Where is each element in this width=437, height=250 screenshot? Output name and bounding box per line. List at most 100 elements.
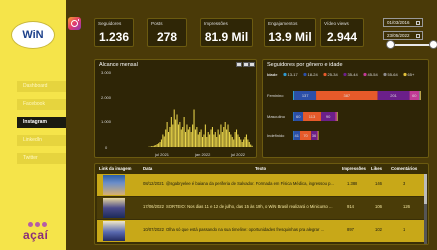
reach-bar[interactable] xyxy=(251,145,253,147)
reach-bar[interactable] xyxy=(177,124,179,148)
reach-bar[interactable] xyxy=(238,137,240,147)
age-segment-bar[interactable] xyxy=(335,112,337,121)
reach-bar[interactable] xyxy=(193,109,195,148)
nav-item-twitter[interactable]: Twitter xyxy=(17,153,66,164)
age-segment-bar[interactable] xyxy=(420,91,421,100)
age-segment-bar[interactable] xyxy=(336,112,338,121)
reach-bar[interactable] xyxy=(194,129,196,148)
reach-bar[interactable] xyxy=(165,129,167,148)
reach-bar[interactable] xyxy=(180,129,182,148)
reach-bar[interactable] xyxy=(200,129,202,148)
reach-bar[interactable] xyxy=(250,144,252,148)
column-header[interactable]: Texto xyxy=(255,166,266,171)
column-header[interactable]: Impressões xyxy=(342,166,366,171)
reach-bar[interactable] xyxy=(156,144,158,147)
reach-bar[interactable] xyxy=(234,132,236,147)
date-start-input[interactable]: 01/03/2016 xyxy=(383,18,423,27)
age-segment-bar[interactable] xyxy=(316,131,318,140)
reach-bar[interactable] xyxy=(203,134,205,148)
reach-bar[interactable] xyxy=(149,146,151,148)
reach-bar[interactable] xyxy=(190,132,192,147)
table-row[interactable]: 17/06/2022 SORTEIO: Nos dias 11 e 12 de … xyxy=(97,197,426,219)
table-scrollbar-thumb[interactable] xyxy=(424,174,427,204)
reach-bar[interactable] xyxy=(168,132,170,147)
reach-bar[interactable] xyxy=(189,127,191,147)
nav-item-linkedin[interactable]: LinkedIn xyxy=(17,135,66,146)
table-row[interactable]: 10/07/2022 Olha só que está passando na … xyxy=(97,220,426,242)
column-header[interactable]: Data xyxy=(143,166,152,171)
date-end-input[interactable]: 23/05/2022 xyxy=(383,31,423,40)
instagram-icon[interactable] xyxy=(68,17,81,30)
slider-start-handle[interactable] xyxy=(386,40,395,49)
nav-item-facebook[interactable]: Facebook xyxy=(17,99,66,110)
calendar-icon[interactable] xyxy=(416,34,420,38)
reach-bar[interactable] xyxy=(197,134,199,148)
reach-bar[interactable] xyxy=(170,117,172,147)
reach-bar[interactable] xyxy=(226,129,228,148)
reach-bar[interactable] xyxy=(172,124,174,148)
reach-bar[interactable] xyxy=(245,134,247,148)
reach-bar[interactable] xyxy=(220,124,222,148)
reach-bar[interactable] xyxy=(152,146,154,147)
reach-bar[interactable] xyxy=(216,137,218,147)
reach-bar[interactable] xyxy=(183,117,185,147)
reach-bar[interactable] xyxy=(247,139,249,148)
column-header[interactable]: Comentários xyxy=(391,166,417,171)
reach-bar[interactable] xyxy=(196,127,198,147)
reach-bar[interactable] xyxy=(158,143,160,147)
age-segment-bar[interactable] xyxy=(337,112,338,121)
reach-bar[interactable] xyxy=(187,129,189,148)
reach-bar[interactable] xyxy=(228,132,230,147)
reach-bar[interactable] xyxy=(219,134,221,148)
reach-bar[interactable] xyxy=(176,114,178,148)
reach-bar[interactable] xyxy=(153,145,155,148)
age-segment-bar[interactable] xyxy=(318,131,319,140)
reach-bar[interactable] xyxy=(213,134,215,148)
column-header[interactable]: Link da imagem xyxy=(99,166,131,171)
column-header[interactable]: Likes xyxy=(371,166,382,171)
reach-bar[interactable] xyxy=(248,142,250,147)
reach-bar[interactable] xyxy=(243,139,245,148)
reach-bar[interactable] xyxy=(231,137,233,147)
reach-bar[interactable] xyxy=(204,124,206,148)
reach-bar[interactable] xyxy=(211,127,213,147)
reach-bar[interactable] xyxy=(202,137,204,147)
reach-bar[interactable] xyxy=(163,136,165,148)
reach-bar[interactable] xyxy=(227,124,229,148)
reach-bar[interactable] xyxy=(230,134,232,148)
reach-bar[interactable] xyxy=(169,127,171,147)
reach-bar[interactable] xyxy=(223,127,225,147)
nav-item-dashboard[interactable]: Dashboard xyxy=(17,81,66,92)
reach-bar[interactable] xyxy=(236,129,238,148)
reach-bar[interactable] xyxy=(224,122,226,147)
age-segment-bar[interactable] xyxy=(293,112,294,121)
reach-bar[interactable] xyxy=(207,132,209,147)
reach-bar[interactable] xyxy=(209,134,211,148)
reach-bar[interactable] xyxy=(206,137,208,147)
reach-bar[interactable] xyxy=(241,142,243,147)
reach-bar[interactable] xyxy=(210,129,212,148)
reach-bar[interactable] xyxy=(160,139,162,148)
slider-end-handle[interactable] xyxy=(429,40,437,49)
reach-bar[interactable] xyxy=(237,134,239,148)
age-segment-bar[interactable] xyxy=(419,91,421,100)
reach-bar[interactable] xyxy=(186,124,188,148)
reach-bar[interactable] xyxy=(240,139,242,148)
reach-bar[interactable] xyxy=(155,145,157,147)
nav-item-instagram[interactable]: Instagram xyxy=(17,117,66,128)
reach-bar[interactable] xyxy=(217,129,219,148)
reach-bar[interactable] xyxy=(179,122,181,147)
reach-bar[interactable] xyxy=(175,119,177,148)
reach-bar[interactable] xyxy=(233,139,235,148)
reach-bar[interactable] xyxy=(221,132,223,147)
reach-bar[interactable] xyxy=(159,142,161,147)
reach-bar[interactable] xyxy=(173,109,175,148)
age-segment-bar[interactable] xyxy=(293,91,295,100)
reach-bar[interactable] xyxy=(151,146,153,147)
age-segment-bar[interactable] xyxy=(293,131,294,140)
post-thumbnail[interactable] xyxy=(103,221,125,241)
reach-bar[interactable] xyxy=(185,132,187,147)
reach-bar[interactable] xyxy=(182,127,184,147)
reach-bar[interactable] xyxy=(214,132,216,147)
reach-bar[interactable] xyxy=(244,137,246,147)
